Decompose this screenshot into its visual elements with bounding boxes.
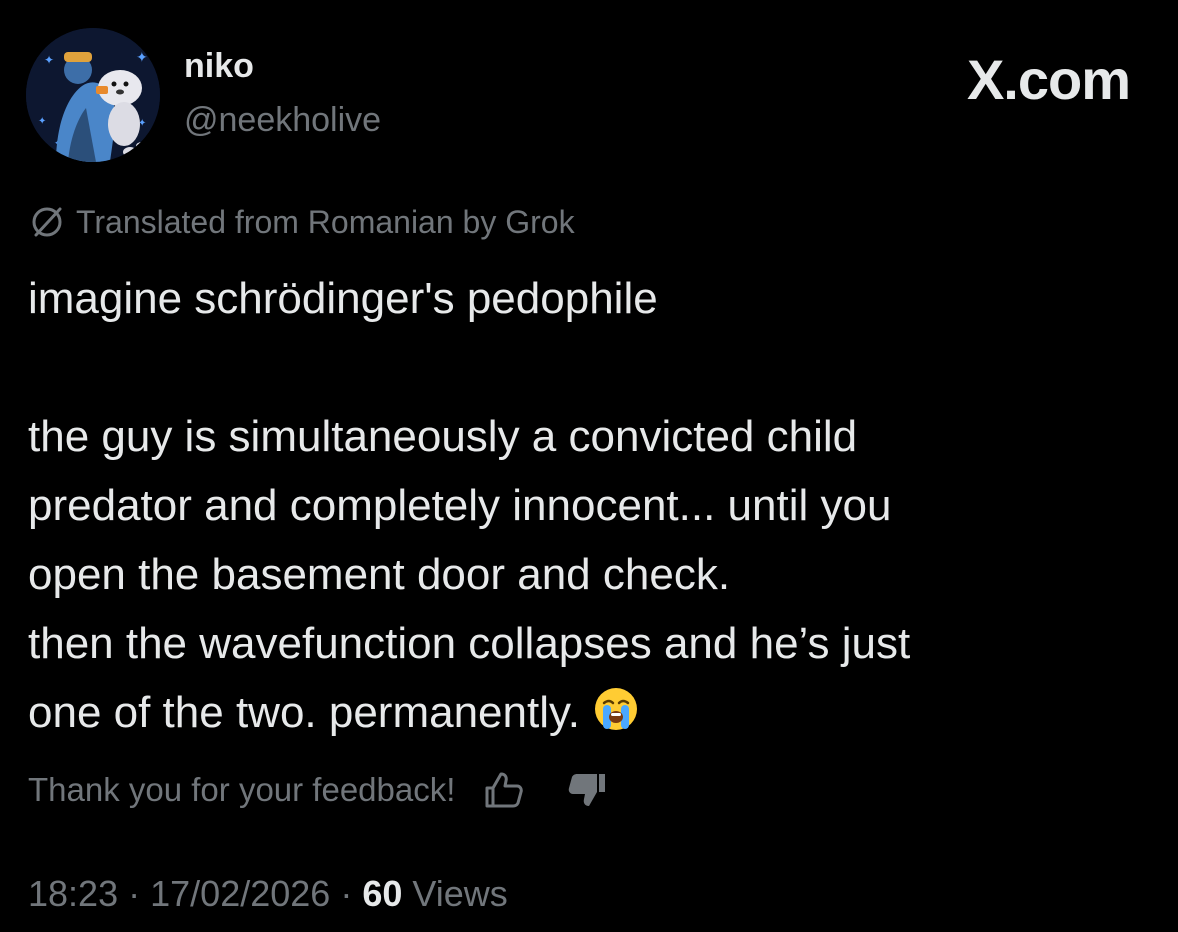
feedback-text: Thank you for your feedback! [28,771,456,808]
translation-feedback: Thank you for your feedback! [28,768,609,812]
author-handle[interactable]: @neekholive [184,100,381,140]
thumbs-up-icon[interactable] [481,768,525,812]
thumbs-down-icon[interactable] [565,768,609,812]
post-meta: 18:23 · 17/02/2026 · 60 Views [28,872,508,916]
post-line: one of the two. permanently. [28,688,580,737]
translation-note-text: Translated from Romanian by Grok [76,203,575,240]
post-line: the guy is simultaneously a convicted ch… [28,412,858,461]
views-count: 60 [362,873,403,914]
brand-watermark: X.com [966,48,1131,111]
meta-separator: · [128,873,141,914]
meta-separator: · [340,873,353,914]
avatar[interactable]: ✦ ✦ ✦ ✦ ✦ [26,28,160,162]
post-line: open the basement door and check. [28,550,731,599]
author-display-name[interactable]: niko [184,46,254,86]
loudly-crying-face-emoji [594,688,637,730]
post-last-line: one of the two. permanently. [28,678,1148,747]
svg-text:✦: ✦ [44,53,54,67]
views-label: Views [412,873,508,914]
translation-slash-icon [32,207,62,237]
svg-text:✦: ✦ [136,50,148,66]
post-text: imagine schrödinger's pedophile the guy … [28,264,1148,747]
post-line: predator and completely innocent... unti… [28,481,892,530]
avatar-image: ✦ ✦ ✦ ✦ ✦ [26,28,160,162]
svg-text:✦: ✦ [38,116,46,127]
post-line: then the wavefunction collapses and he’s… [28,619,911,668]
post-date[interactable]: 17/02/2026 [150,873,330,914]
post-time[interactable]: 18:23 [28,873,118,914]
translation-note: Translated from Romanian by Grok [28,200,575,244]
tweet-card: ✦ ✦ ✦ ✦ ✦ niko @neekholive X.com [0,0,1178,932]
post-line: imagine schrödinger's pedophile [28,274,658,323]
